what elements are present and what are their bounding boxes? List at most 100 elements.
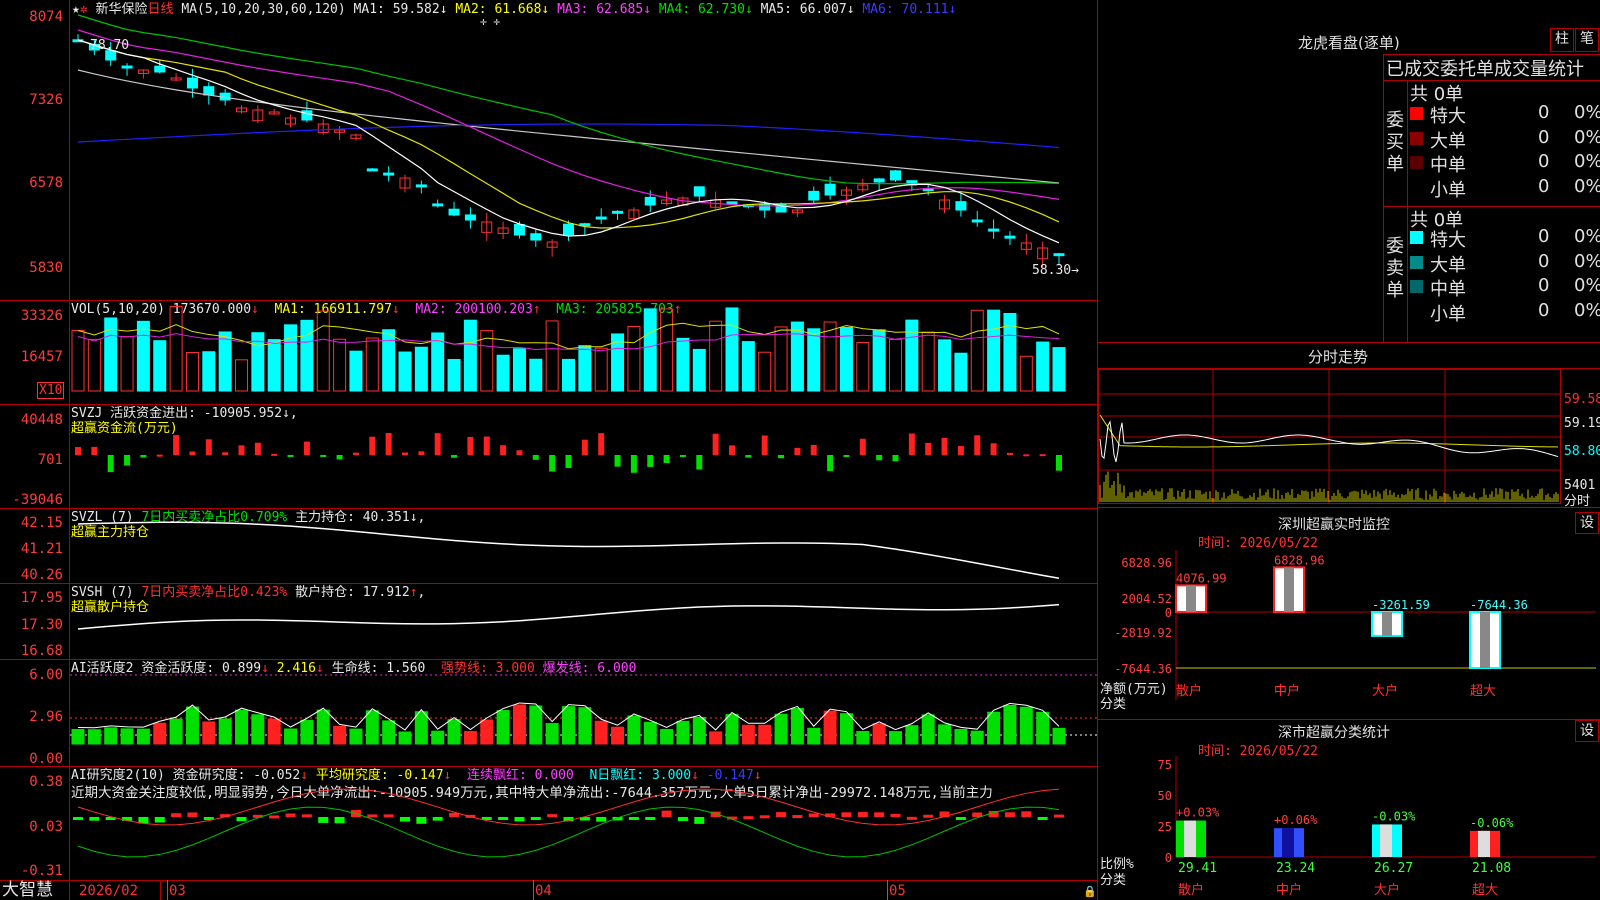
candlestick-chart[interactable] — [70, 0, 1097, 300]
flow-bar — [761, 435, 768, 455]
monitor-category: 散户 — [1176, 683, 1202, 699]
flow-bar — [630, 455, 637, 473]
legend-swatch — [1410, 131, 1423, 145]
flow-bar — [271, 453, 278, 456]
monitor-bar-chart[interactable]: 6828.96 2004.520 -2819.92 -7644.36 4076.99 散户… — [1098, 550, 1600, 720]
order-type-label: 特大 — [1430, 106, 1466, 127]
low-price-label: 58.30→ — [1032, 263, 1079, 278]
activity-bar — [611, 726, 625, 745]
volume-bar — [333, 338, 347, 392]
activity-bar — [545, 723, 559, 745]
classify-category: 散户 — [1178, 882, 1204, 898]
volume-chart[interactable] — [70, 301, 1097, 404]
volume-bar — [120, 336, 134, 392]
ai-activity-chart[interactable] — [70, 660, 1097, 766]
activity-bar — [643, 721, 657, 745]
candle — [693, 186, 705, 197]
flow-bar — [1039, 454, 1046, 457]
research-bar — [367, 814, 378, 818]
volume-bar — [414, 346, 428, 392]
classify-bar-shade — [1282, 828, 1294, 857]
volume-bar — [365, 337, 379, 392]
flow-bar — [892, 455, 899, 462]
research-bar — [514, 817, 525, 822]
monitor-title: 深圳超赢实时监控 — [1278, 517, 1390, 533]
monitor-bar-shade — [1480, 612, 1490, 668]
classify-change: -0.06% — [1470, 816, 1514, 830]
flow-bar — [156, 454, 163, 457]
volume-bar — [987, 309, 1001, 392]
research-bar — [432, 817, 443, 821]
order-count: 0 — [1538, 126, 1550, 148]
activity-bar — [1003, 704, 1017, 745]
svsh-axis-label: 16.68 — [20, 643, 63, 659]
monitor-ylabel: 净额(万元) — [1100, 682, 1168, 697]
order-type-label: 大单 — [1430, 130, 1466, 152]
activity-bar — [512, 704, 526, 745]
research-bar — [318, 817, 329, 823]
monitor-time: 时间: 2026/05/22 — [1198, 536, 1318, 551]
lock-icon[interactable]: 🔒 — [1083, 884, 1097, 899]
main-holding-chart[interactable] — [70, 509, 1097, 583]
research-bar — [874, 812, 885, 817]
activity-bar — [692, 716, 706, 745]
flow-bar — [729, 445, 735, 455]
research-bar — [285, 813, 296, 817]
ai1-axis-label: 0.00 — [29, 751, 63, 767]
flow-bar — [287, 455, 294, 457]
volume-bar — [562, 358, 575, 392]
order-pct: 0% — [1574, 126, 1600, 148]
research-bar — [1021, 811, 1032, 817]
ai2-axis-label: 0.03 — [29, 819, 63, 835]
flow-bar — [189, 451, 196, 455]
svsh-axis-label: 17.30 — [20, 617, 63, 633]
flow-bar — [434, 433, 441, 455]
volume-bar — [382, 329, 396, 392]
bar-mode-button[interactable]: 柱 — [1550, 28, 1574, 52]
volume-bar — [235, 359, 248, 392]
activity-bar — [185, 706, 199, 745]
intraday-chart[interactable] — [1098, 369, 1600, 506]
classify-value: 23.24 — [1276, 861, 1315, 876]
activity-bar — [333, 725, 347, 745]
order-pct: 0% — [1574, 275, 1600, 296]
left-chart-area[interactable]: ★✲ 新华保险日线 MA(5,10,20,30,60,120) MA1: 59.… — [0, 0, 1098, 900]
ai1-axis-label: 2.96 — [29, 709, 63, 725]
flow-bar — [369, 436, 376, 455]
research-bar — [955, 817, 966, 820]
research-bar — [547, 814, 558, 818]
research-bar — [677, 817, 688, 822]
flow-bar — [205, 439, 212, 455]
flow-bar — [647, 455, 654, 467]
svzj-axis-label: 701 — [37, 452, 63, 468]
retail-holding-chart[interactable] — [70, 584, 1097, 659]
fund-flow-chart[interactable] — [70, 405, 1097, 508]
ai2-axis-label: -0.31 — [20, 863, 63, 879]
monitor-settings-button[interactable]: 设 — [1575, 512, 1599, 534]
brand-logo[interactable]: 大智慧 — [2, 881, 53, 900]
classify-value: 21.08 — [1472, 861, 1511, 876]
svzl-axis-label: 42.15 — [20, 515, 63, 531]
candle — [121, 65, 133, 69]
date-label: 04 — [535, 883, 552, 899]
order-count: 0 — [1538, 250, 1550, 272]
flow-bar — [859, 438, 866, 455]
classify-settings-button[interactable]: 设 — [1575, 720, 1599, 742]
volume-bar — [970, 309, 984, 392]
monitor-bar-shade — [1186, 585, 1196, 612]
flow-bar — [876, 455, 883, 461]
tick-mode-button[interactable]: 笔 — [1575, 28, 1599, 52]
activity-bar — [529, 705, 543, 745]
classify-bar-chart[interactable]: 75 50 25 0 +0.03% 29.41 散户 +0.06% 23.24 中户 -0.03% 2… — [1098, 756, 1600, 900]
activity-bar — [480, 719, 494, 745]
candle — [432, 203, 444, 207]
ai-research-chart[interactable] — [70, 767, 1097, 880]
research-bar — [857, 812, 868, 817]
research-bar — [645, 817, 656, 820]
vol-axis-label: 33326 — [20, 308, 63, 324]
candle — [612, 210, 624, 214]
date-label: 2026/02 — [79, 883, 139, 899]
flow-bar — [696, 455, 703, 470]
activity-bar — [627, 715, 641, 745]
candle — [563, 223, 574, 236]
